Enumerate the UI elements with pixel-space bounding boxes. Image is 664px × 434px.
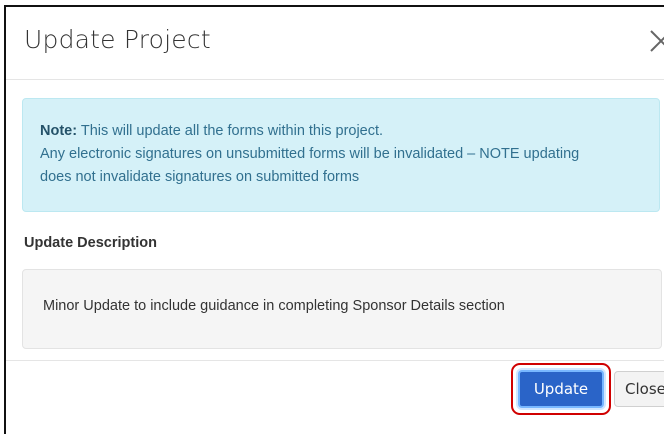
note-line-2: Any electronic signatures on unsubmitted… <box>40 146 580 162</box>
update-project-modal: Update Project Note: This will update al… <box>6 7 664 434</box>
modal-header: Update Project <box>6 7 664 80</box>
close-icon[interactable] <box>649 21 664 57</box>
note-line-3: does not invalidate signatures on submit… <box>40 169 360 185</box>
update-description-box: Minor Update to include guidance in comp… <box>22 269 662 349</box>
update-description-label: Update Description <box>24 235 157 251</box>
screenshot-frame: Update Project Note: This will update al… <box>0 0 664 434</box>
update-description-text: Minor Update to include guidance in comp… <box>43 298 505 314</box>
close-icon-svg <box>650 30 664 52</box>
note-label: Note: <box>40 123 78 139</box>
modal-footer-divider <box>6 360 664 361</box>
close-button[interactable]: Close <box>614 371 664 407</box>
note-line-1: This will update all the forms within th… <box>80 123 384 139</box>
modal-title: Update Project <box>24 25 211 54</box>
note-text: Note: This will update all the forms wit… <box>40 120 640 189</box>
update-button[interactable]: Update <box>518 370 604 408</box>
note-alert: Note: This will update all the forms wit… <box>22 98 660 212</box>
